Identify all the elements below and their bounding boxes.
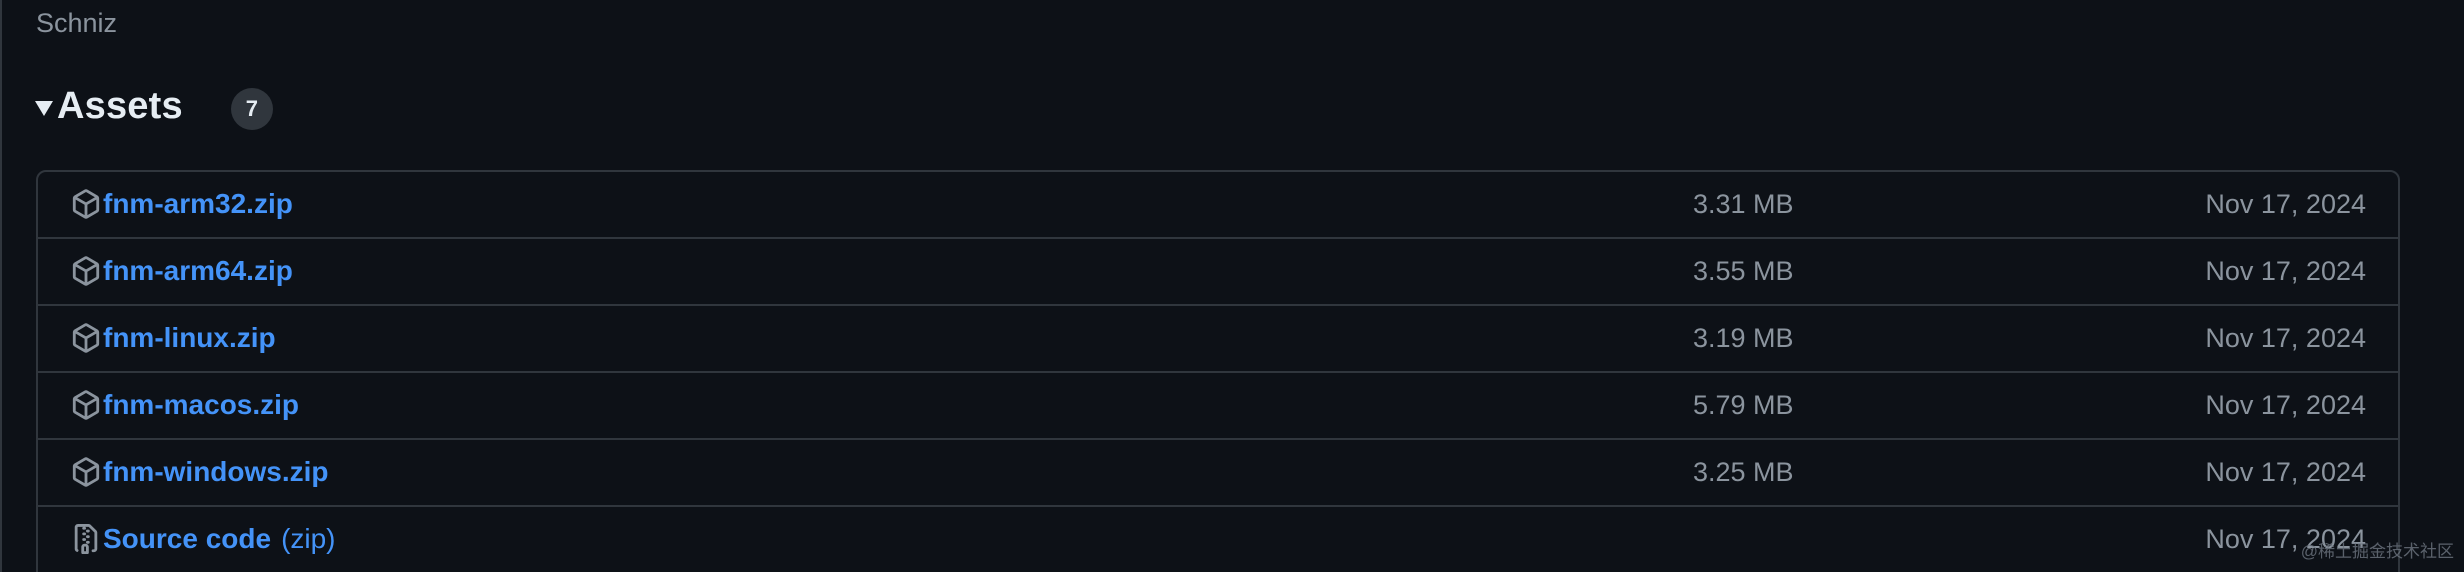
asset-size: 3.55 MB	[1693, 256, 1794, 286]
asset-date: Nov 17, 2024	[2205, 390, 2366, 420]
asset-date: Nov 17, 2024	[2205, 457, 2366, 487]
watermark: @稀土掘金技术社区	[2300, 542, 2454, 561]
asset-size: 3.19 MB	[1693, 323, 1794, 353]
asset-name: fnm-windows.zip	[103, 456, 329, 487]
asset-link[interactable]: fnm-arm32.zip	[103, 188, 293, 220]
package-icon	[72, 256, 100, 286]
assets-toggle[interactable]: Assets 7	[35, 82, 273, 130]
asset-link[interactable]: fnm-macos.zip	[103, 389, 299, 421]
asset-link[interactable]: fnm-arm64.zip	[103, 255, 293, 287]
assets-title: Assets	[57, 84, 183, 127]
asset-name: fnm-macos.zip	[103, 389, 300, 420]
asset-link[interactable]: fnm-windows.zip	[103, 456, 329, 488]
asset-size: 5.79 MB	[1693, 390, 1794, 420]
asset-name: fnm-arm32.zip	[103, 188, 293, 219]
asset-size: 3.31 MB	[1693, 189, 1794, 219]
release-author[interactable]: Schniz	[36, 8, 117, 39]
package-icon	[72, 323, 100, 353]
assets-count-badge: 7	[230, 88, 273, 130]
release-page: Schniz Assets 7 fnm-arm32.zip 3.31 MB No…	[0, 0, 2464, 572]
file-zip-icon	[74, 524, 98, 554]
asset-row: fnm-macos.zip 5.79 MB Nov 17, 2024	[38, 373, 2398, 440]
asset-row: fnm-arm64.zip 3.55 MB Nov 17, 2024	[38, 239, 2398, 306]
assets-list: fnm-arm32.zip 3.31 MB Nov 17, 2024 fnm-a…	[36, 170, 2400, 572]
asset-size: 3.25 MB	[1693, 457, 1794, 487]
source-code-zip-link[interactable]: Source code (zip)	[103, 523, 336, 555]
asset-name: fnm-arm64.zip	[103, 255, 293, 286]
package-icon	[72, 390, 100, 420]
package-icon	[72, 457, 100, 487]
asset-row: fnm-arm32.zip 3.31 MB Nov 17, 2024	[38, 172, 2398, 239]
asset-row: fnm-linux.zip 3.19 MB Nov 17, 2024	[38, 306, 2398, 373]
asset-row: Source code (zip) Nov 17, 2024	[38, 507, 2398, 572]
asset-date: Nov 17, 2024	[2205, 256, 2366, 286]
asset-date: Nov 17, 2024	[2205, 323, 2366, 353]
asset-link[interactable]: fnm-linux.zip	[103, 322, 276, 354]
asset-format-suffix: (zip)	[281, 523, 336, 554]
asset-name: Source code	[103, 523, 272, 554]
asset-date: Nov 17, 2024	[2205, 189, 2366, 219]
caret-down-icon	[35, 100, 53, 116]
package-icon	[72, 189, 100, 219]
asset-name: fnm-linux.zip	[103, 322, 276, 353]
asset-row: fnm-windows.zip 3.25 MB Nov 17, 2024	[38, 440, 2398, 507]
